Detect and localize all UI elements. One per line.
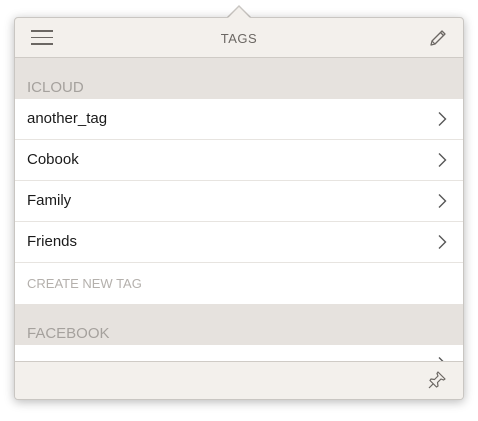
- popover-header: TAGS: [15, 18, 463, 58]
- pin-icon: [428, 371, 446, 389]
- pin-button[interactable]: [427, 370, 447, 390]
- section-header-icloud: ICLOUD: [15, 58, 463, 99]
- tag-row[interactable]: Family: [15, 181, 463, 222]
- pencil-icon: [430, 30, 446, 46]
- tag-label: another_tag: [27, 110, 108, 127]
- chevron-right-icon: [438, 235, 447, 249]
- tag-label: Family: [27, 192, 72, 209]
- tags-popover: TAGS ICLOUD another_tag Cobook Family Fr…: [14, 17, 464, 400]
- tag-row[interactable]: [15, 345, 463, 361]
- section-title: ICLOUD: [27, 79, 84, 96]
- section-header-facebook: FACEBOOK: [15, 304, 463, 345]
- tag-list: ICLOUD another_tag Cobook Family Friends: [15, 58, 463, 361]
- tag-row[interactable]: Cobook: [15, 140, 463, 181]
- popover-footer: [15, 361, 463, 399]
- tag-row[interactable]: another_tag: [15, 99, 463, 140]
- tag-row[interactable]: Friends: [15, 222, 463, 263]
- page-title: TAGS: [220, 31, 258, 46]
- create-new-tag-label: CREATE NEW TAG: [27, 276, 142, 291]
- section-title: FACEBOOK: [27, 325, 110, 342]
- popover-arrow-fill: [228, 7, 250, 18]
- chevron-right-icon: [438, 194, 447, 208]
- chevron-right-icon: [438, 112, 447, 126]
- tag-label: Friends: [27, 233, 78, 250]
- tag-label: Cobook: [27, 151, 79, 168]
- create-new-tag-button[interactable]: CREATE NEW TAG: [15, 263, 463, 304]
- chevron-right-icon: [438, 153, 447, 167]
- edit-button[interactable]: [427, 27, 449, 49]
